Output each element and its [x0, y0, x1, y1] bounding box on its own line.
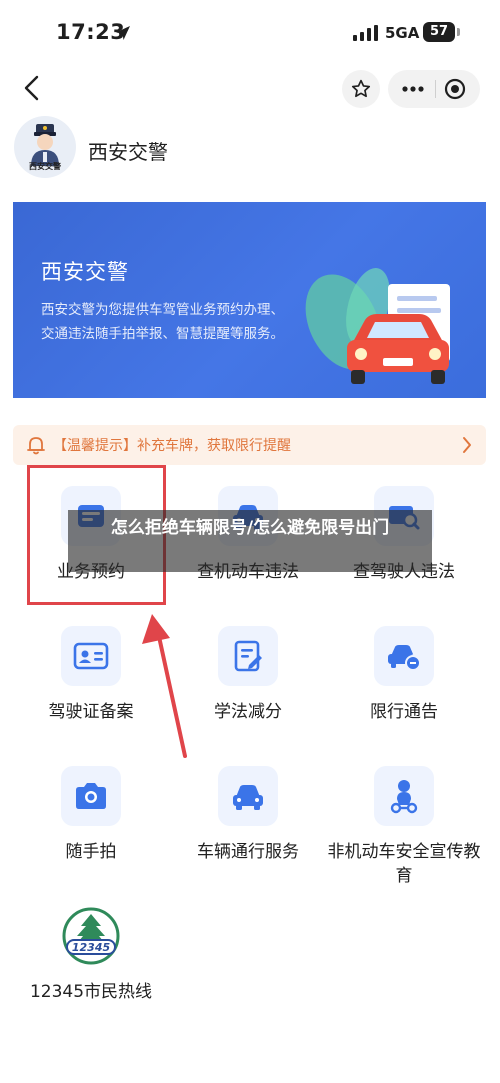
service-item-vehicle-pass[interactable]: 车辆通行服务	[168, 766, 328, 864]
hotline-logo-text: 12345	[72, 941, 111, 954]
article-caption-overlay: 怎么拒绝车辆限号/怎么避免限号出门	[68, 510, 432, 572]
banner-title: 西安交警	[41, 260, 129, 284]
avatar[interactable]: 西安交警	[14, 116, 76, 178]
service-label: 车辆通行服务	[197, 842, 299, 862]
signal-icon	[353, 25, 378, 41]
notice-text: 【温馨提示】补充车牌，获取限行提醒	[53, 438, 291, 454]
car-icon	[233, 785, 263, 810]
banner: 西安交警 西安交警为您提供车驾管业务预约办理、交通违法随手拍举报、智慧提醒等服务…	[13, 202, 486, 398]
non-motor-safety-tile	[374, 766, 434, 826]
license-filing-tile	[61, 626, 121, 686]
mini-program-capsule	[388, 70, 480, 108]
service-label: 限行通告	[370, 702, 438, 722]
service-label: 非机动车安全宣传教育	[327, 842, 481, 886]
battery-tip	[457, 28, 460, 36]
star-icon	[351, 79, 371, 98]
service-label: 随手拍	[65, 842, 117, 862]
annotation-arrow-icon	[142, 614, 187, 758]
capsule-divider	[435, 80, 436, 98]
hotline-logo-icon: 12345	[62, 907, 120, 965]
chevron-right-icon	[463, 437, 471, 453]
car-illustration-icon	[305, 268, 450, 384]
network-label: 5GA	[385, 24, 420, 42]
bell-icon	[27, 437, 45, 455]
edit-document-icon	[234, 640, 262, 672]
location-arrow-icon	[116, 26, 130, 40]
service-item-hotline[interactable]: 12345 12345市民热线	[11, 906, 171, 1004]
service-item-restriction-notice[interactable]: 限行通告	[324, 626, 484, 724]
car-restriction-icon	[388, 645, 421, 671]
close-mini-program-icon[interactable]	[444, 78, 466, 100]
service-label: 12345市民热线	[29, 982, 153, 1002]
overlay-text: 怎么拒绝车辆限号/怎么避免限号出门	[110, 518, 390, 538]
avatar-caption: 西安交警	[29, 162, 61, 171]
account-name[interactable]: 西安交警	[88, 136, 168, 165]
vehicle-pass-tile	[218, 766, 278, 826]
study-points-tile	[218, 626, 278, 686]
favorite-button[interactable]	[342, 70, 380, 108]
battery-indicator: 57	[423, 22, 455, 42]
hotline-tile: 12345	[61, 906, 121, 966]
id-card-icon	[73, 642, 109, 670]
back-icon[interactable]	[20, 74, 44, 102]
camera-icon	[76, 783, 106, 809]
more-icon[interactable]	[400, 80, 426, 98]
banner-description: 西安交警为您提供车驾管业务预约办理、交通违法随手拍举报、智慧提醒等服务。	[41, 302, 284, 342]
service-item-snapshot[interactable]: 随手拍	[11, 766, 171, 864]
status-bar: 17:23 5GA 57	[0, 0, 500, 64]
snapshot-tile	[61, 766, 121, 826]
notice-bar[interactable]: 【温馨提示】补充车牌，获取限行提醒	[13, 425, 486, 465]
scooter-rider-icon	[390, 780, 418, 814]
restriction-notice-tile	[374, 626, 434, 686]
service-item-non-motor-safety[interactable]: 非机动车安全宣传教育	[324, 766, 484, 888]
